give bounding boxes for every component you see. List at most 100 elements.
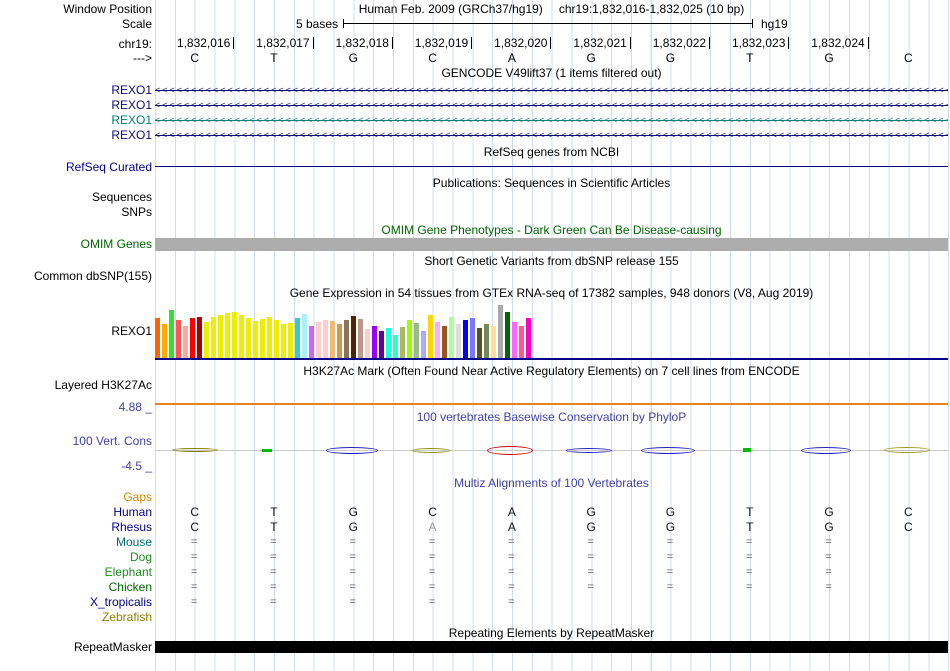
track-label-sequences[interactable]: Sequences <box>0 190 152 204</box>
gtex-expression-bar[interactable] <box>176 320 181 358</box>
gtex-expression-bar[interactable] <box>190 318 195 358</box>
alignment-row: CTGCAGGTGC <box>155 505 948 520</box>
gtex-expression-chart[interactable] <box>155 305 948 358</box>
gtex-expression-bar[interactable] <box>526 318 531 358</box>
gtex-expression-bar[interactable] <box>330 321 335 358</box>
gtex-expression-bar[interactable] <box>267 317 272 358</box>
gtex-expression-bar[interactable] <box>456 324 461 358</box>
alignment-cell: = <box>508 566 516 578</box>
gtex-expression-bar[interactable] <box>512 322 517 358</box>
species-label[interactable]: Dog <box>0 550 152 564</box>
gtex-expression-bar[interactable] <box>246 318 251 358</box>
repeatmasker-track-title: Repeating Elements by RepeatMasker <box>448 626 655 640</box>
gtex-expression-bar[interactable] <box>253 321 258 358</box>
species-label[interactable]: Zebrafish <box>0 610 152 624</box>
gtex-expression-bar[interactable] <box>232 312 237 358</box>
alignment-cell: = <box>349 536 357 548</box>
gtex-expression-bar[interactable] <box>302 314 307 358</box>
gtex-expression-bar[interactable] <box>204 322 209 358</box>
gtex-expression-bar[interactable] <box>281 324 286 358</box>
gtex-expression-bar[interactable] <box>484 324 489 358</box>
phylop-signal-mark <box>412 447 450 453</box>
gtex-expression-bar[interactable] <box>260 319 265 358</box>
gtex-expression-bar[interactable] <box>183 326 188 358</box>
species-label[interactable]: Elephant <box>0 565 152 579</box>
gtex-expression-bar[interactable] <box>365 329 370 358</box>
species-label[interactable]: Gaps <box>0 490 152 504</box>
gtex-expression-bar[interactable] <box>344 320 349 358</box>
gtex-expression-bar[interactable] <box>358 319 363 358</box>
gtex-expression-bar[interactable] <box>414 323 419 358</box>
omim-gene-bar[interactable] <box>155 238 948 251</box>
gtex-expression-bar[interactable] <box>274 320 279 358</box>
gtex-expression-bar[interactable] <box>379 331 384 358</box>
gtex-expression-bar[interactable] <box>386 328 391 358</box>
gtex-expression-bar[interactable] <box>239 315 244 358</box>
alignment-cell: = <box>270 551 278 563</box>
gtex-expression-bar[interactable] <box>435 322 440 358</box>
gtex-expression-bar[interactable] <box>295 318 300 358</box>
coordinate-tick-label: 1,832,023 <box>710 37 790 49</box>
gtex-expression-bar[interactable] <box>323 320 328 358</box>
gtex-expression-bar[interactable] <box>309 326 314 358</box>
gtex-expression-bar[interactable] <box>197 317 202 358</box>
gtex-expression-bar[interactable] <box>519 326 524 358</box>
gtex-expression-bar[interactable] <box>491 326 496 358</box>
alignment-cell: = <box>587 581 595 593</box>
gtex-expression-bar[interactable] <box>421 331 426 358</box>
repeatmasker-element-bar[interactable] <box>155 641 948 653</box>
gtex-expression-bar[interactable] <box>211 317 216 358</box>
gtex-expression-bar[interactable] <box>407 320 412 358</box>
gtex-expression-bar[interactable] <box>218 315 223 358</box>
gtex-expression-bar[interactable] <box>288 323 293 358</box>
gtex-expression-bar[interactable] <box>393 335 398 358</box>
gencode-gene-item[interactable]: <<<<<<<<<<<<<<<<<<<<<<<<<<<<<<<<<<<<<<<<… <box>155 114 948 127</box>
gtex-expression-bar[interactable] <box>169 310 174 358</box>
gtex-expression-bar[interactable] <box>162 324 167 358</box>
species-label[interactable]: Human <box>0 505 152 519</box>
species-label[interactable]: Chicken <box>0 580 152 594</box>
gtex-expression-bar[interactable] <box>449 317 454 358</box>
track-label-common-dbsnp[interactable]: Common dbSNP(155) <box>0 269 152 283</box>
scale-label: Scale <box>121 17 152 31</box>
track-label-gencode-gene[interactable]: REXO1 <box>0 128 152 142</box>
track-label-snps[interactable]: SNPs <box>0 205 152 219</box>
track-label-layered-h3k27ac[interactable]: Layered H3K27Ac <box>0 378 152 392</box>
track-label-omim-genes[interactable]: OMIM Genes <box>0 237 152 251</box>
gtex-expression-bar[interactable] <box>498 305 503 358</box>
gtex-expression-bar[interactable] <box>225 313 230 358</box>
gtex-expression-bar[interactable] <box>337 324 342 358</box>
gtex-expression-bar[interactable] <box>372 326 377 358</box>
track-label-gencode-gene[interactable]: REXO1 <box>0 83 152 97</box>
gtex-expression-bar[interactable] <box>470 318 475 358</box>
track-label-gencode-gene[interactable]: REXO1 <box>0 98 152 112</box>
refseq-gene-line[interactable] <box>155 166 948 167</box>
species-label[interactable]: Mouse <box>0 535 152 549</box>
species-label[interactable]: X_tropicalis <box>0 595 152 609</box>
track-label-refseq-curated[interactable]: RefSeq Curated <box>0 160 152 174</box>
reference-base: T <box>270 51 278 65</box>
gtex-expression-bar[interactable] <box>316 322 321 358</box>
gtex-expression-bar[interactable] <box>442 326 447 358</box>
gtex-expression-bar[interactable] <box>400 327 405 358</box>
coordinate-tick-label: 1,832,016 <box>155 37 235 49</box>
gtex-expression-bar[interactable] <box>155 318 160 358</box>
gtex-expression-bar[interactable] <box>477 328 482 358</box>
track-label-gtex-gene[interactable]: REXO1 <box>0 324 152 338</box>
gtex-expression-bar[interactable] <box>428 315 433 358</box>
alignment-cell: = <box>428 536 437 548</box>
track-label-repeatmasker[interactable]: RepeatMasker <box>0 640 152 654</box>
gencode-gene-item[interactable]: <<<<<<<<<<<<<<<<<<<<<<<<<<<<<<<<<<<<<<<<… <box>155 99 948 112</box>
phylop-signal-mark <box>326 446 378 454</box>
gtex-expression-bar[interactable] <box>351 316 356 358</box>
gtex-expression-bar[interactable] <box>505 312 510 358</box>
track-label-100-vert-cons[interactable]: 100 Vert. Cons <box>0 434 152 448</box>
gencode-gene-item[interactable]: <<<<<<<<<<<<<<<<<<<<<<<<<<<<<<<<<<<<<<<<… <box>155 129 948 142</box>
gtex-expression-bar[interactable] <box>463 320 468 358</box>
alignment-cell: = <box>190 596 199 608</box>
species-label[interactable]: Rhesus <box>0 520 152 534</box>
alignment-cell: A <box>428 520 437 534</box>
track-label-gencode-gene[interactable]: REXO1 <box>0 113 152 127</box>
coordinate-tick-label: 1,832,022 <box>631 37 711 49</box>
gencode-gene-item[interactable]: <<<<<<<<<<<<<<<<<<<<<<<<<<<<<<<<<<<<<<<<… <box>155 84 948 97</box>
